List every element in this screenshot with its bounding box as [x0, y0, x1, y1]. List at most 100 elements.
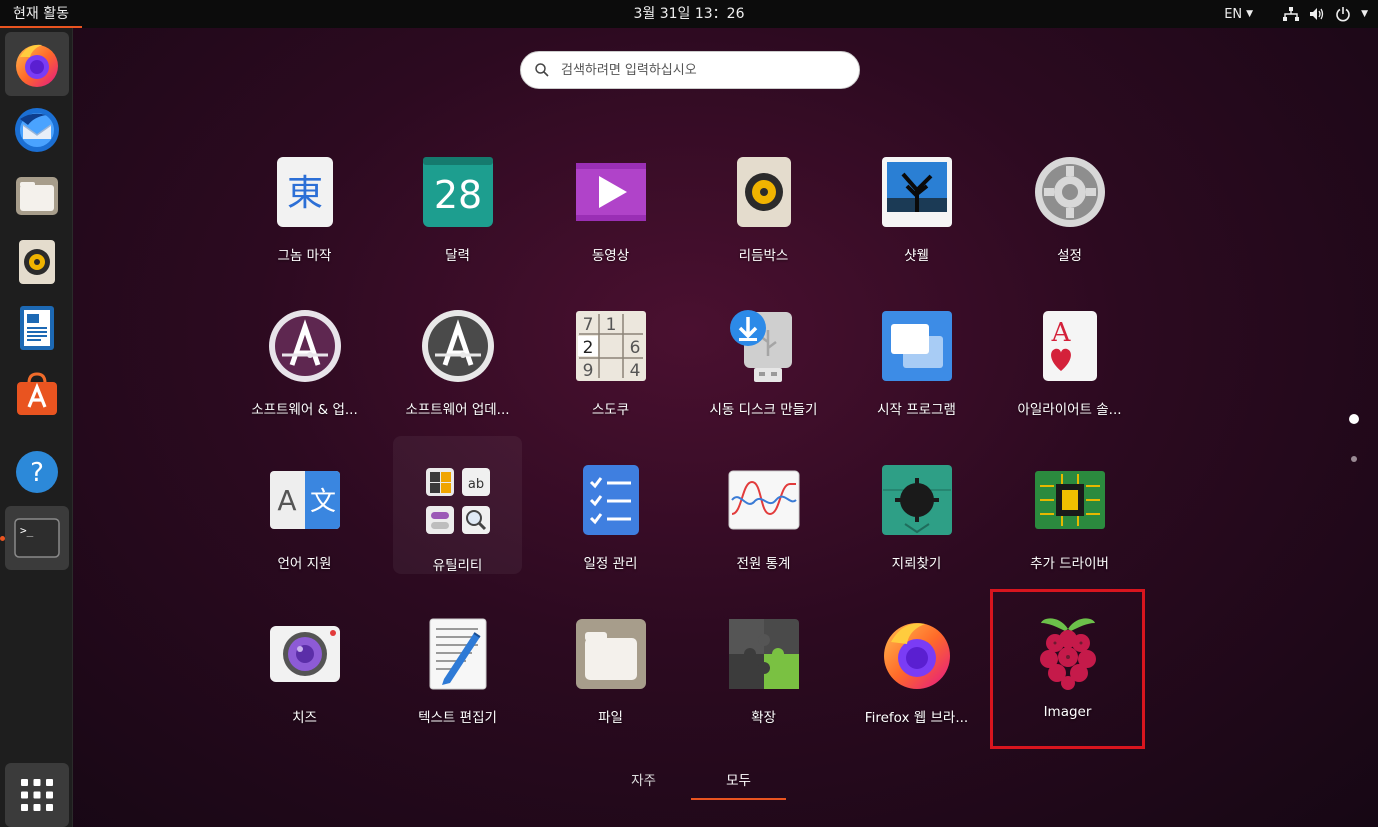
app-shotwell[interactable]: 샷웰: [840, 140, 993, 280]
language-label: EN: [1224, 6, 1243, 22]
app-startup-applications[interactable]: 시작 프로그램: [840, 294, 993, 434]
app-additional-drivers[interactable]: 추가 드라이버: [993, 448, 1146, 588]
app-label: 소프트웨어 업데...: [405, 402, 510, 418]
tab-frequent[interactable]: 자주: [596, 770, 691, 800]
dock-item-files[interactable]: [5, 164, 69, 228]
app-text-editor[interactable]: 텍스트 편집기: [381, 602, 534, 742]
app-software-updater[interactable]: 소프트웨어 업데...: [381, 294, 534, 434]
sudoku-digit: 9: [582, 361, 593, 381]
page-dot-2[interactable]: [1351, 456, 1357, 462]
input-language-menu[interactable]: EN ▼: [1224, 7, 1253, 22]
svg-text:>_: >_: [20, 524, 34, 537]
search-box[interactable]: [520, 51, 860, 89]
app-label: 확장: [751, 710, 776, 726]
dock-item-firefox[interactable]: [5, 32, 69, 96]
dock-item-thunderbird[interactable]: [5, 98, 69, 162]
app-label: 동영상: [591, 248, 630, 264]
tab-all[interactable]: 모두: [691, 770, 786, 800]
mahjongg-icon: 東: [276, 157, 333, 227]
app-utilities-folder[interactable]: ab 유틸리티: [393, 436, 522, 574]
app-sudoku[interactable]: 712 6 9 4 스도쿠: [534, 294, 687, 434]
photo-icon: [881, 157, 952, 227]
raspberry-icon: [1039, 618, 1096, 690]
show-applications-button[interactable]: [5, 763, 69, 827]
app-rpi-imager[interactable]: Imager: [990, 589, 1145, 749]
caret-down-icon: ▼: [1246, 9, 1254, 19]
app-label: 샷웰: [904, 248, 929, 264]
app-rhythmbox[interactable]: 리듬박스: [687, 140, 840, 280]
app-language-support[interactable]: A文 언어 지원: [228, 448, 381, 588]
usb-icon: [729, 310, 792, 382]
app-label: 지뢰찾기: [891, 556, 942, 572]
dock-item-rhythmbox[interactable]: [5, 230, 69, 294]
sudoku-digit: 2: [582, 338, 593, 358]
svg-text:?: ?: [30, 458, 44, 488]
search-input[interactable]: [559, 61, 843, 79]
video-icon: [575, 163, 646, 221]
sudoku-digit: 6: [629, 338, 640, 358]
app-power-statistics[interactable]: 전원 통계: [687, 448, 840, 588]
app-label: 스도쿠: [591, 402, 630, 418]
app-startup-disk-creator[interactable]: 시동 디스크 만들기: [687, 294, 840, 434]
mine-icon: [881, 465, 952, 535]
chip-icon: [1034, 471, 1105, 529]
app-label: 유틸리티: [432, 558, 483, 574]
app-mines[interactable]: 지뢰찾기: [840, 448, 993, 588]
dock-item-terminal[interactable]: >_: [5, 506, 69, 570]
language-glyph-a: A: [277, 484, 296, 517]
app-label: 리듬박스: [738, 248, 789, 264]
app-label: 설정: [1057, 248, 1082, 264]
language-icon: A文: [269, 471, 340, 529]
page-dot-1[interactable]: [1349, 414, 1359, 424]
system-tray: EN ▼ ▼: [1224, 0, 1368, 28]
thunderbird-icon: [15, 108, 59, 152]
app-label: 소프트웨어 & 업...: [251, 402, 358, 418]
system-menu[interactable]: ▼: [1283, 6, 1368, 22]
app-cheese[interactable]: 치즈: [228, 602, 381, 742]
app-mahjongg[interactable]: 東 그놈 마작: [228, 140, 381, 280]
terminal-icon: >_: [14, 518, 60, 558]
app-label: 파일: [598, 710, 623, 726]
view-switcher: 자주 모두: [596, 770, 786, 800]
app-label: 언어 지원: [277, 556, 332, 572]
software-updater-icon: [421, 310, 494, 382]
power-stats-icon: [728, 470, 799, 530]
app-label: 텍스트 편집기: [418, 710, 497, 726]
calendar-day: 28: [433, 173, 481, 217]
gear-icon: [1034, 157, 1105, 227]
folder-icon: [575, 619, 646, 689]
camera-icon: [269, 626, 340, 682]
app-grid: 東 그놈 마작 28 달력 동영상 리듬박스 샷웰 설정 소프트웨어 & 업..…: [228, 140, 1148, 750]
app-extensions[interactable]: 확장: [687, 602, 840, 742]
top-bar: 현재 활동 3월 31일 13：26 EN ▼ ▼: [0, 0, 1378, 28]
clock-button[interactable]: 3월 31일 13：26: [633, 6, 744, 22]
activities-button[interactable]: 현재 활동: [0, 0, 82, 28]
dock-item-writer[interactable]: [5, 296, 69, 360]
dock-item-help[interactable]: ?: [5, 440, 69, 504]
app-calendar[interactable]: 28 달력: [381, 140, 534, 280]
utilities-folder-icon: ab: [425, 468, 490, 534]
shopping-bag-icon: [17, 372, 57, 415]
question-icon: ?: [16, 451, 58, 493]
software-update-icon: [268, 310, 341, 382]
app-settings[interactable]: 설정: [993, 140, 1146, 280]
speaker-icon: [736, 157, 791, 227]
app-aisleriot[interactable]: A 아일라이어트 솔...: [993, 294, 1146, 434]
app-label: 달력: [445, 248, 470, 264]
dock-item-software[interactable]: [5, 362, 69, 426]
calendar-icon: 28: [422, 157, 493, 227]
app-label: Firefox 웹 브라...: [864, 710, 969, 726]
app-software-properties[interactable]: 소프트웨어 & 업...: [228, 294, 381, 434]
utilities-glyph: ab: [467, 477, 483, 492]
language-glyph-b: 文: [309, 487, 335, 517]
app-firefox[interactable]: Firefox 웹 브라...: [840, 602, 993, 742]
sudoku-digit: 7: [582, 315, 593, 335]
todo-icon: [582, 465, 639, 535]
text-editor-icon: [429, 618, 486, 690]
app-files[interactable]: 파일: [534, 602, 687, 742]
firefox-icon: [883, 623, 950, 689]
grid-icon: [21, 779, 53, 811]
app-label: 전원 통계: [736, 556, 791, 572]
app-videos[interactable]: 동영상: [534, 140, 687, 280]
app-todo[interactable]: 일정 관리: [534, 448, 687, 588]
